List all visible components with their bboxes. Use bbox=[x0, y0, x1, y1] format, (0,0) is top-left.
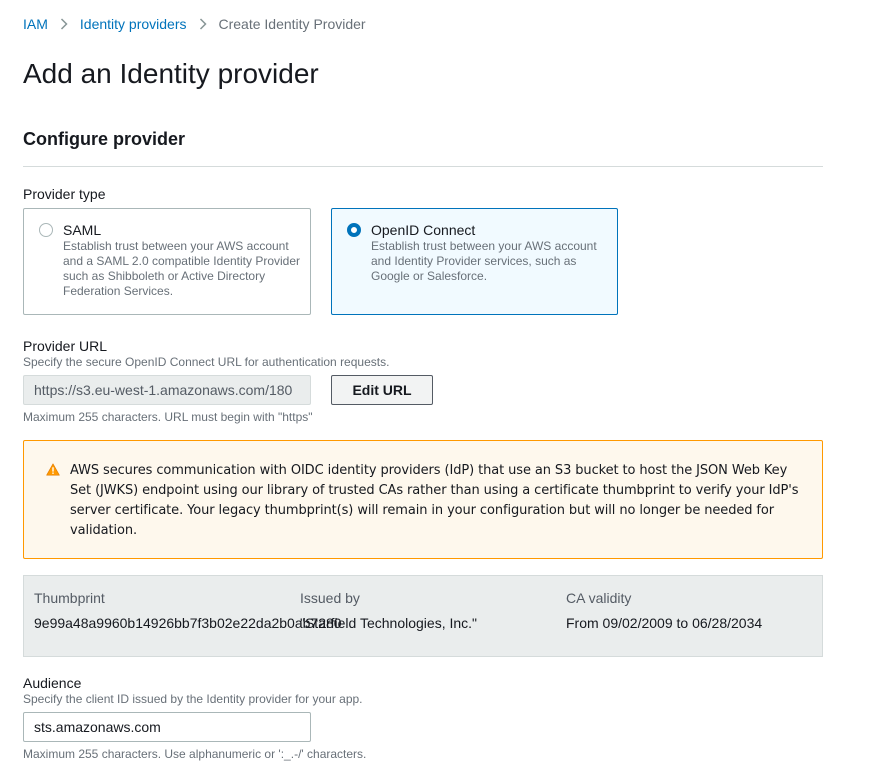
page-title: Add an Identity provider bbox=[23, 58, 319, 89]
provider-type-saml-tile[interactable]: SAML Establish trust between your AWS ac… bbox=[23, 208, 311, 315]
breadcrumb-link-identity-providers[interactable]: Identity providers bbox=[80, 16, 187, 32]
oidc-title: OpenID Connect bbox=[371, 222, 476, 238]
chevron-right-icon bbox=[60, 18, 68, 30]
provider-type-label: Provider type bbox=[23, 186, 106, 202]
saml-description: Establish trust between your AWS account… bbox=[63, 239, 301, 298]
breadcrumb-link-iam[interactable]: IAM bbox=[23, 16, 48, 32]
provider-url-description: Specify the secure OpenID Connect URL fo… bbox=[23, 355, 390, 369]
warning-alert-text: AWS secures communication with OIDC iden… bbox=[70, 463, 799, 538]
section-divider bbox=[23, 166, 823, 167]
thumbprint-value: 9e99a48a9960b14926bb7f3b02e22da2b0ab7280 bbox=[34, 615, 342, 631]
thumbprint-header: Thumbprint bbox=[34, 590, 105, 606]
oidc-radio[interactable] bbox=[347, 223, 361, 237]
edit-url-button[interactable]: Edit URL bbox=[331, 375, 433, 405]
audience-label: Audience bbox=[23, 675, 82, 691]
issued-by-header: Issued by bbox=[300, 590, 360, 606]
thumbprint-table: Thumbprint Issued by CA validity 9e99a48… bbox=[23, 575, 823, 657]
provider-type-oidc-tile[interactable]: OpenID Connect Establish trust between y… bbox=[331, 208, 618, 315]
warning-alert: AWS secures communication with OIDC iden… bbox=[23, 440, 823, 559]
chevron-right-icon bbox=[199, 18, 207, 30]
audience-description: Specify the client ID issued by the Iden… bbox=[23, 692, 363, 706]
audience-hint: Maximum 255 characters. Use alphanumeric… bbox=[23, 747, 367, 761]
saml-radio[interactable] bbox=[39, 223, 53, 237]
provider-url-hint: Maximum 255 characters. URL must begin w… bbox=[23, 410, 313, 424]
ca-validity-value: From 09/02/2009 to 06/28/2034 bbox=[566, 615, 763, 631]
breadcrumb: IAM Identity providers Create Identity P… bbox=[23, 15, 366, 33]
warning-icon bbox=[46, 463, 60, 481]
oidc-description: Establish trust between your AWS account… bbox=[371, 239, 597, 283]
saml-title: SAML bbox=[63, 222, 102, 238]
provider-url-label: Provider URL bbox=[23, 338, 108, 354]
breadcrumb-current: Create Identity Provider bbox=[218, 16, 366, 32]
audience-input[interactable]: sts.amazonaws.com bbox=[23, 712, 311, 742]
ca-validity-header: CA validity bbox=[566, 590, 632, 606]
issued-by-value: "Starfield Technologies, Inc." bbox=[300, 615, 478, 631]
provider-url-input[interactable]: https://s3.eu-west-1.amazonaws.com/180 bbox=[23, 375, 311, 405]
section-title: Configure provider bbox=[23, 129, 186, 149]
